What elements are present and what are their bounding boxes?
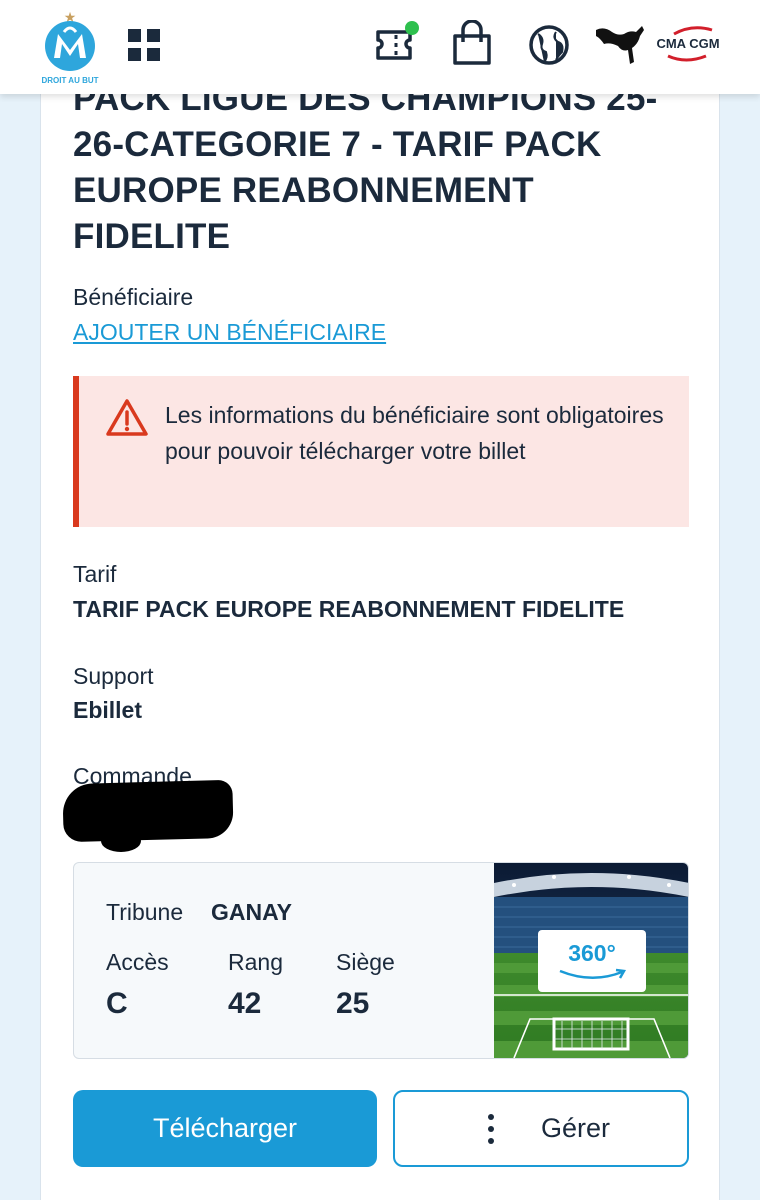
beneficiary-required-alert: Les informations du bénéficiaire sont ob… xyxy=(73,376,689,527)
menu-grid-icon[interactable] xyxy=(127,28,161,62)
beneficiary-label: Bénéficiaire xyxy=(73,284,194,310)
ticket-icon[interactable] xyxy=(374,20,422,68)
redacted-order-number xyxy=(62,779,234,843)
tarif-value: TARIF PACK EUROPE REABONNEMENT FIDELITE xyxy=(73,596,625,622)
puma-icon[interactable] xyxy=(594,22,646,66)
ticket-card: PACK LIGUE DES CHAMPIONS 25-26-CATEGORIE… xyxy=(40,40,720,1200)
seat-info: Tribune GANAY Accès Rang Siège C 42 25 xyxy=(74,863,494,1058)
download-button[interactable]: Télécharger xyxy=(73,1090,377,1167)
cma-cgm-sponsor-logo[interactable]: CMA CGM xyxy=(652,24,724,64)
stadium-360-view[interactable]: 360° xyxy=(494,863,688,1058)
add-beneficiary-link[interactable]: AJOUTER UN BÉNÉFICIAIRE xyxy=(73,319,386,346)
om-club-logo[interactable]: ★ DROIT AU BUT xyxy=(34,6,106,88)
more-vertical-icon xyxy=(487,1112,495,1146)
rotate-arrow-icon xyxy=(559,968,627,979)
access-label: Accès xyxy=(106,949,169,975)
tarif-label: Tarif xyxy=(73,561,117,587)
view-360-label: 360° xyxy=(568,940,616,966)
seat-label: Siège xyxy=(336,949,395,975)
sponsor-name: CMA CGM xyxy=(656,36,719,51)
shopping-bag-icon[interactable] xyxy=(452,19,492,66)
support-label: Support xyxy=(73,663,154,689)
ticket-title: PACK LIGUE DES CHAMPIONS 25-26-CATEGORIE… xyxy=(73,79,658,256)
view-360-badge[interactable]: 360° xyxy=(538,930,646,992)
seat-value: 25 xyxy=(336,987,370,1020)
manage-button[interactable]: Gérer xyxy=(393,1090,689,1167)
alert-message: Les informations du bénéficiaire sont ob… xyxy=(165,402,664,464)
access-value: C xyxy=(106,987,128,1020)
logo-motto: DROIT AU BUT xyxy=(41,76,98,85)
tribune-label: Tribune xyxy=(106,899,184,925)
top-navigation-bar: ★ DROIT AU BUT CMA CGM xyxy=(0,0,760,94)
manage-label: Gérer xyxy=(541,1113,611,1143)
warning-icon xyxy=(105,398,149,438)
tribune-value: GANAY xyxy=(211,899,292,925)
row-label: Rang xyxy=(228,949,283,975)
notification-dot xyxy=(405,21,419,35)
redaction-mark xyxy=(101,830,141,852)
row-value: 42 xyxy=(228,987,262,1020)
support-value: Ebillet xyxy=(73,697,143,723)
seat-details-box: Tribune GANAY Accès Rang Siège C 42 25 3… xyxy=(73,862,689,1059)
globe-icon[interactable] xyxy=(528,24,570,66)
